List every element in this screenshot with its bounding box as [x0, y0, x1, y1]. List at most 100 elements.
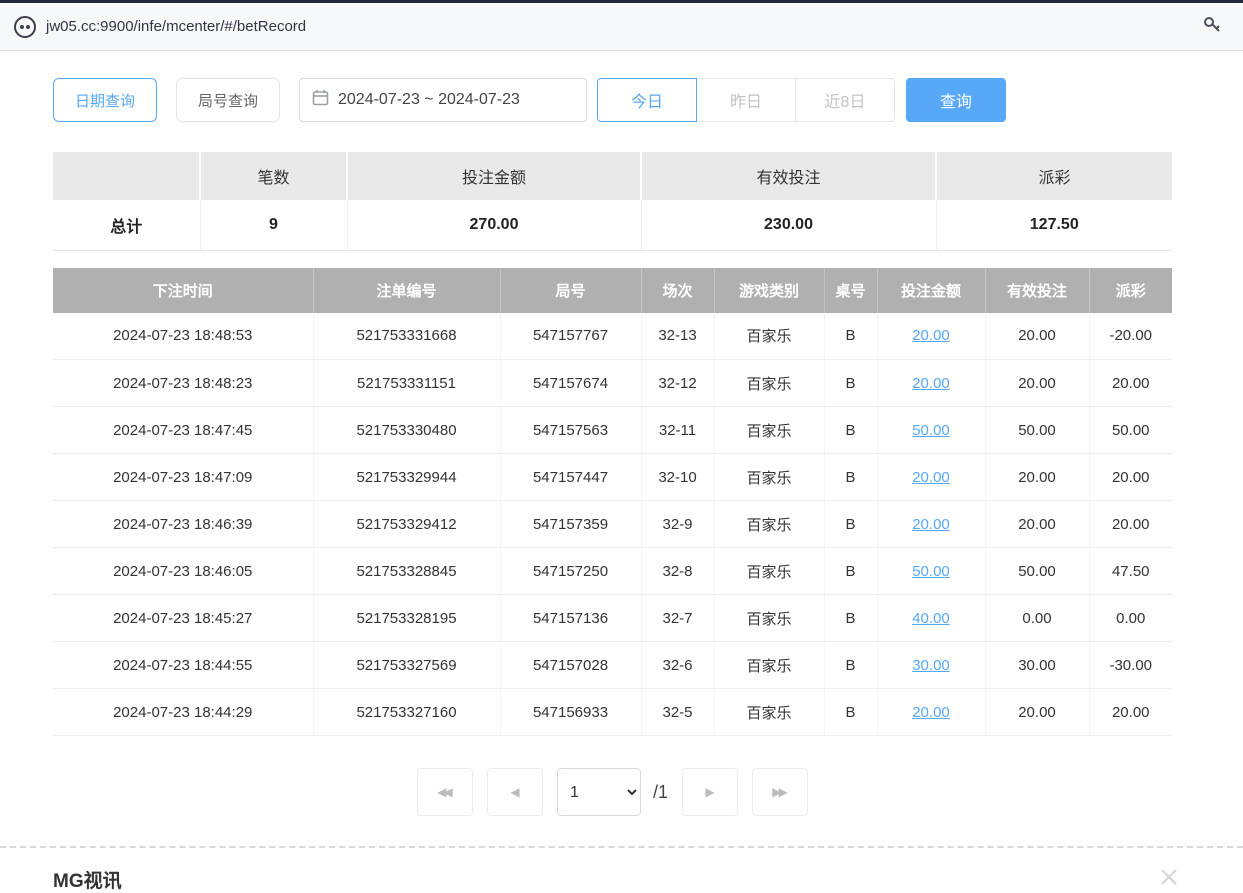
last-8-days-button[interactable]: 近8日	[795, 78, 895, 122]
bet-record-table: 下注时间注单编号局号场次游戏类别桌号投注金额有效投注派彩 2024-07-23 …	[53, 268, 1172, 737]
page-total: /1	[653, 782, 668, 803]
key-icon[interactable]	[1201, 13, 1223, 40]
bet-amount-link[interactable]: 50.00	[912, 422, 950, 439]
session-cell: 32-9	[641, 501, 714, 548]
game-type-cell: 百家乐	[714, 313, 824, 360]
round-id-cell: 547157674	[500, 360, 641, 407]
next-page-button[interactable]: ▶	[682, 768, 738, 816]
bet-amount-link[interactable]: 50.00	[912, 563, 950, 580]
bet-amount-cell: 20.00	[877, 313, 985, 360]
round-id-cell: 547157359	[500, 501, 641, 548]
valid-bet-header: 有效投注	[985, 268, 1089, 313]
bet-time-cell: 2024-07-23 18:44:29	[53, 689, 313, 736]
date-range-input[interactable]: 2024-07-23 ~ 2024-07-23	[299, 78, 587, 122]
session-cell: 32-7	[641, 595, 714, 642]
summary-total-row: 总计 9 270.00 230.00 127.50	[53, 200, 1172, 250]
table-row: 2024-07-23 18:48:23521753331151547157674…	[53, 360, 1172, 407]
table-code-cell: B	[824, 313, 877, 360]
game-type-cell: 百家乐	[714, 454, 824, 501]
table-row: 2024-07-23 18:44:29521753327160547156933…	[53, 689, 1172, 736]
bet-amount-link[interactable]: 20.00	[912, 704, 950, 721]
bet-time-header: 下注时间	[53, 268, 313, 313]
order-id-header: 注单编号	[313, 268, 500, 313]
search-button[interactable]: 查询	[906, 78, 1006, 122]
bet-amount-link[interactable]: 20.00	[912, 469, 950, 486]
table-row: 2024-07-23 18:47:45521753330480547157563…	[53, 407, 1172, 454]
session-cell: 32-13	[641, 313, 714, 360]
payout-cell: 47.50	[1089, 548, 1172, 595]
site-favicon-icon	[14, 16, 36, 38]
bet-time-cell: 2024-07-23 18:47:09	[53, 454, 313, 501]
bet-time-cell: 2024-07-23 18:46:05	[53, 548, 313, 595]
filter-toolbar: 日期查询 局号查询 2024-07-23 ~ 2024-07-23 今日 昨日 …	[53, 78, 1172, 122]
round-id-cell: 547157563	[500, 407, 641, 454]
table-code-cell: B	[824, 642, 877, 689]
game-type-cell: 百家乐	[714, 689, 824, 736]
payout-cell: 20.00	[1089, 360, 1172, 407]
session-cell: 32-11	[641, 407, 714, 454]
game-type-cell: 百家乐	[714, 407, 824, 454]
order-id-cell: 521753329944	[313, 454, 500, 501]
round-id-cell: 547157028	[500, 642, 641, 689]
bet-table-body: 2024-07-23 18:48:53521753331668547157767…	[53, 313, 1172, 736]
game-type-cell: 百家乐	[714, 360, 824, 407]
date-query-tab[interactable]: 日期查询	[53, 78, 157, 122]
table-code-cell: B	[824, 548, 877, 595]
bet-time-cell: 2024-07-23 18:46:39	[53, 501, 313, 548]
page-select[interactable]: 1	[557, 768, 641, 816]
session-cell: 32-6	[641, 642, 714, 689]
round-query-tab[interactable]: 局号查询	[176, 78, 280, 122]
yesterday-button[interactable]: 昨日	[696, 78, 796, 122]
valid-bet-cell: 20.00	[985, 313, 1089, 360]
first-page-button[interactable]: ◀◀	[417, 768, 473, 816]
bet-amount-cell: 20.00	[877, 501, 985, 548]
bet-amount-link[interactable]: 20.00	[912, 375, 950, 392]
summary-total-payout: 127.50	[936, 200, 1172, 250]
payout-cell: -20.00	[1089, 313, 1172, 360]
table-code-header: 桌号	[824, 268, 877, 313]
payout-cell: 20.00	[1089, 689, 1172, 736]
bet-amount-cell: 50.00	[877, 548, 985, 595]
order-id-cell: 521753328195	[313, 595, 500, 642]
bet-amount-link[interactable]: 20.00	[912, 516, 950, 533]
bet-time-cell: 2024-07-23 18:48:53	[53, 313, 313, 360]
order-id-cell: 521753327569	[313, 642, 500, 689]
order-id-cell: 521753331668	[313, 313, 500, 360]
payout-cell: 0.00	[1089, 595, 1172, 642]
payout-cell: 20.00	[1089, 501, 1172, 548]
summary-header-row: 笔数 投注金额 有效投注 派彩	[53, 152, 1172, 200]
session-cell: 32-10	[641, 454, 714, 501]
bet-amount-cell: 20.00	[877, 689, 985, 736]
payout-cell: 50.00	[1089, 407, 1172, 454]
game-type-cell: 百家乐	[714, 642, 824, 689]
session-cell: 32-5	[641, 689, 714, 736]
valid-bet-cell: 50.00	[985, 407, 1089, 454]
url-text[interactable]: jw05.cc:9900/infe/mcenter/#/betRecord	[46, 18, 1201, 35]
table-row: 2024-07-23 18:46:39521753329412547157359…	[53, 501, 1172, 548]
valid-bet-cell: 30.00	[985, 642, 1089, 689]
bet-amount-link[interactable]: 20.00	[912, 327, 950, 344]
summary-header-bet-amount: 投注金额	[347, 152, 641, 200]
today-button[interactable]: 今日	[597, 78, 697, 122]
table-row: 2024-07-23 18:44:55521753327569547157028…	[53, 642, 1172, 689]
last-page-button[interactable]: ▶▶	[752, 768, 808, 816]
pagination: ◀◀ ◀ 1 /1 ▶ ▶▶	[53, 768, 1172, 816]
bet-amount-cell: 50.00	[877, 407, 985, 454]
payout-header: 派彩	[1089, 268, 1172, 313]
bet-amount-cell: 20.00	[877, 454, 985, 501]
bet-time-cell: 2024-07-23 18:48:23	[53, 360, 313, 407]
bet-amount-cell: 40.00	[877, 595, 985, 642]
round-id-cell: 547157136	[500, 595, 641, 642]
prev-page-button[interactable]: ◀	[487, 768, 543, 816]
table-row: 2024-07-23 18:46:05521753328845547157250…	[53, 548, 1172, 595]
address-bar: jw05.cc:9900/infe/mcenter/#/betRecord	[0, 0, 1243, 51]
session-header: 场次	[641, 268, 714, 313]
valid-bet-cell: 20.00	[985, 501, 1089, 548]
session-cell: 32-12	[641, 360, 714, 407]
summary-header-payout: 派彩	[936, 152, 1172, 200]
collapse-icon[interactable]	[1158, 866, 1180, 893]
bet-amount-link[interactable]: 30.00	[912, 657, 950, 674]
summary-header-blank	[53, 152, 200, 200]
summary-header-valid-bet: 有效投注	[641, 152, 936, 200]
bet-amount-link[interactable]: 40.00	[912, 610, 950, 627]
